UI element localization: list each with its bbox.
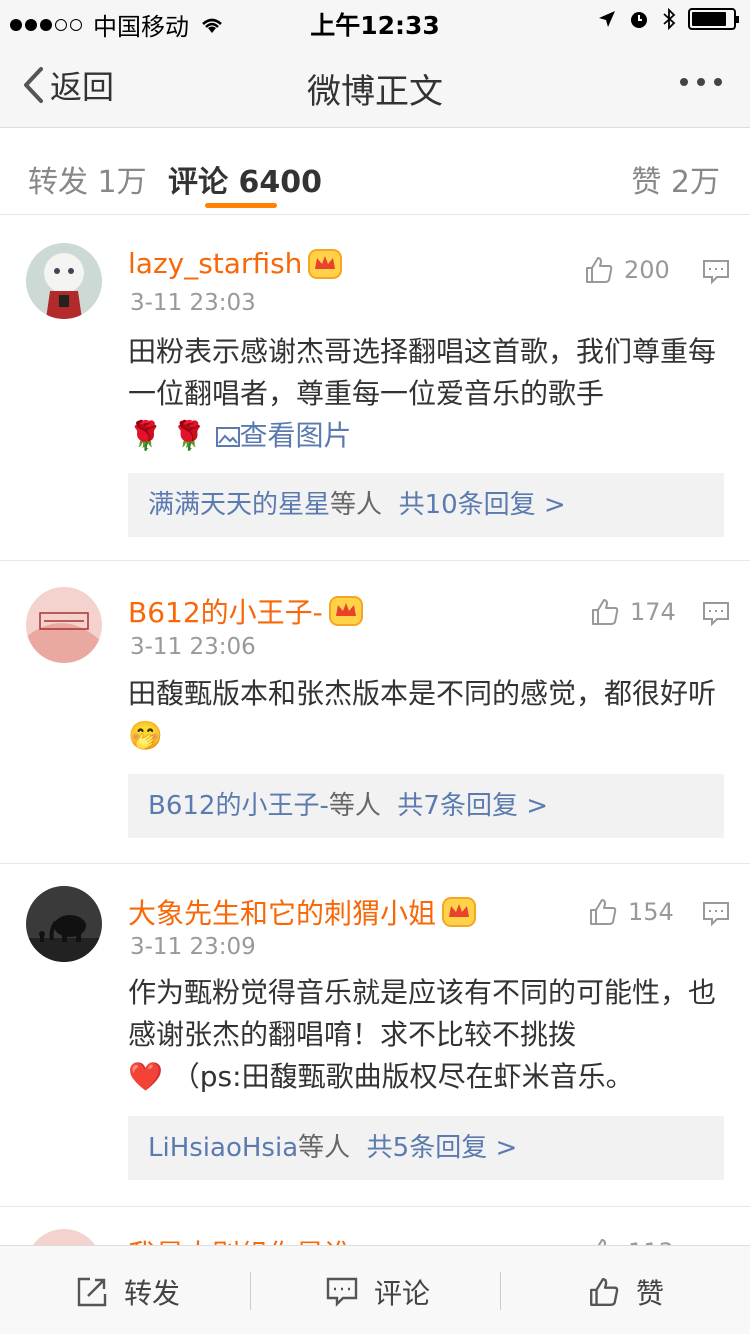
status-bar: 中国移动 上午12:33 [0, 0, 750, 41]
vip-crown-icon [442, 897, 477, 927]
avatar[interactable] [26, 1229, 102, 1245]
comment-body: 田馥甄版本和张杰版本是不同的感觉，都很好听 [128, 677, 717, 710]
like-button[interactable]: 113 [588, 1237, 674, 1245]
comment-time: 3-11 23:09 [130, 934, 256, 960]
bluetooth-icon [663, 8, 676, 30]
reply-count: 共5条回复 > [366, 1133, 518, 1163]
comment-text: 田粉表示感谢杰哥选择翻唱这首歌，我们尊重每一位翻唱者，尊重每一位爱音乐的歌手 🌹… [128, 331, 718, 457]
status-right [598, 8, 739, 30]
reply-count: 共10条回复 > [398, 490, 566, 520]
comment-time: 3-11 23:06 [130, 634, 256, 660]
reply-users: LiHsiaoHsia [148, 1133, 299, 1163]
reply-users: 满满天天的星星 [148, 490, 331, 520]
more-dot-icon [697, 78, 705, 86]
comment-icon [326, 1277, 358, 1307]
comment-body: 田粉表示感谢杰哥选择翻唱这首歌，我们尊重每一位翻唱者，尊重每一位爱音乐的歌手 [128, 335, 717, 410]
view-image-label: 查看图片 [239, 419, 352, 452]
comment-time: 3-11 23:03 [130, 290, 256, 316]
like-button[interactable]: 154 [588, 897, 674, 927]
more-button[interactable] [680, 78, 722, 86]
reply-etc: 等人 [298, 1133, 351, 1163]
repost-button[interactable]: 转发 [76, 1272, 180, 1312]
alarm-icon [631, 12, 647, 28]
view-image-link[interactable]: 查看图片 [215, 419, 352, 452]
reply-icon[interactable] [702, 259, 730, 285]
vip-crown-icon [328, 596, 363, 626]
username-row: B612的小王子- [128, 591, 363, 631]
like-count: 174 [630, 598, 676, 626]
comment-item: 大象先生和它的刺猬小姐 3-11 23:09 154 作为甄粉觉得音乐就是应该有… [0, 864, 750, 1206]
reply-summary[interactable]: 满满天天的星星等人 共10条回复 > [128, 473, 724, 537]
username[interactable]: 大象先生和它的刺猬小姐 [128, 892, 436, 932]
reply-icon[interactable] [702, 601, 730, 627]
username-row: lazy_starfish [128, 247, 343, 280]
avatar[interactable] [26, 886, 102, 962]
more-dot-icon [714, 78, 722, 86]
username[interactable]: 我是大別组你是谁 [128, 1233, 352, 1245]
album-avatar-icon [26, 1229, 102, 1245]
repost-icon [77, 1277, 107, 1307]
thumbs-up-icon [592, 599, 619, 625]
username[interactable]: B612的小王子- [128, 591, 323, 631]
reply-count: 共7条回复 > [397, 791, 548, 821]
comment-item: 我是大別组你是谁 113 [0, 1207, 750, 1245]
thumbs-up-icon [590, 1278, 619, 1306]
divider [500, 1272, 501, 1310]
bottom-action-bar: 转发 评论 赞 [0, 1245, 750, 1334]
comment-label: 评论 [374, 1277, 431, 1310]
page-title: 微博正文 [307, 72, 443, 112]
reply-icon[interactable] [702, 901, 730, 927]
like-count: 113 [628, 1238, 674, 1245]
reply-users: B612的小王子- [148, 791, 329, 821]
image-icon [215, 427, 240, 447]
username[interactable]: lazy_starfish [128, 247, 302, 280]
elephant-avatar-icon [26, 886, 102, 962]
reply-etc: 等人 [328, 791, 381, 821]
tab-likes[interactable]: 赞 2万 [631, 157, 720, 201]
vip-crown-icon [308, 248, 343, 279]
reply-summary[interactable]: LiHsiaoHsia等人 共5条回复 > [128, 1116, 724, 1180]
emoji: ❤️ [128, 1060, 163, 1093]
comment-body-2: （ps:田馥甄歌曲版权尽在虾米音乐。 [171, 1060, 634, 1093]
like-button[interactable]: 174 [590, 597, 676, 627]
thumbs-up-icon [586, 257, 613, 283]
divider [250, 1272, 251, 1310]
avatar[interactable] [26, 243, 102, 319]
reply-etc: 等人 [330, 490, 383, 520]
active-tab-indicator [205, 203, 277, 208]
reply-summary[interactable]: B612的小王子-等人 共7条回复 > [128, 774, 724, 838]
comment-body: 作为甄粉觉得音乐就是应该有不同的可能性，也感谢张杰的翻唱唷！求不比较不挑拨 [128, 976, 717, 1051]
comment-text: 作为甄粉觉得音乐就是应该有不同的可能性，也感谢张杰的翻唱唷！求不比较不挑拨 ❤️… [128, 972, 718, 1098]
thumbs-up-icon [597, 1238, 607, 1245]
like-count: 154 [628, 898, 674, 926]
like-button[interactable]: 200 [584, 255, 670, 285]
avatar[interactable] [26, 587, 102, 663]
cat-avatar-icon [26, 243, 102, 319]
comment-text: 田馥甄版本和张杰版本是不同的感觉，都很好听 🤭 [128, 673, 718, 757]
username-row: 大象先生和它的刺猬小姐 [128, 892, 477, 932]
emoji: 🤭 [128, 719, 163, 752]
tab-repost[interactable]: 转发 1万 [28, 157, 147, 201]
battery-icon [688, 8, 739, 30]
like-count: 200 [624, 256, 670, 284]
repost-label: 转发 [124, 1277, 181, 1310]
tab-comments[interactable]: 评论 6400 [168, 157, 322, 201]
tab-bar: 转发 1万 评论 6400 赞 2万 [0, 129, 750, 215]
nav-bar: 返回 微博正文 [0, 40, 750, 128]
comment-button[interactable]: 评论 [326, 1272, 430, 1312]
like-label: 赞 [636, 1277, 665, 1310]
emoji: 🌹 🌹 [128, 419, 207, 452]
username-row: 我是大別组你是谁 [128, 1233, 352, 1245]
album-avatar-icon [26, 587, 102, 663]
like-bottom-button[interactable]: 赞 [588, 1272, 664, 1312]
comment-item: B612的小王子- 3-11 23:06 174 田馥甄版本和张杰版本是不同的感… [0, 561, 750, 863]
more-dot-icon [680, 78, 688, 86]
location-arrow-icon [599, 11, 615, 27]
comment-item: lazy_starfish 3-11 23:03 200 田粉表示感谢杰哥选择翻… [0, 215, 750, 560]
thumbs-up-icon [590, 899, 617, 925]
